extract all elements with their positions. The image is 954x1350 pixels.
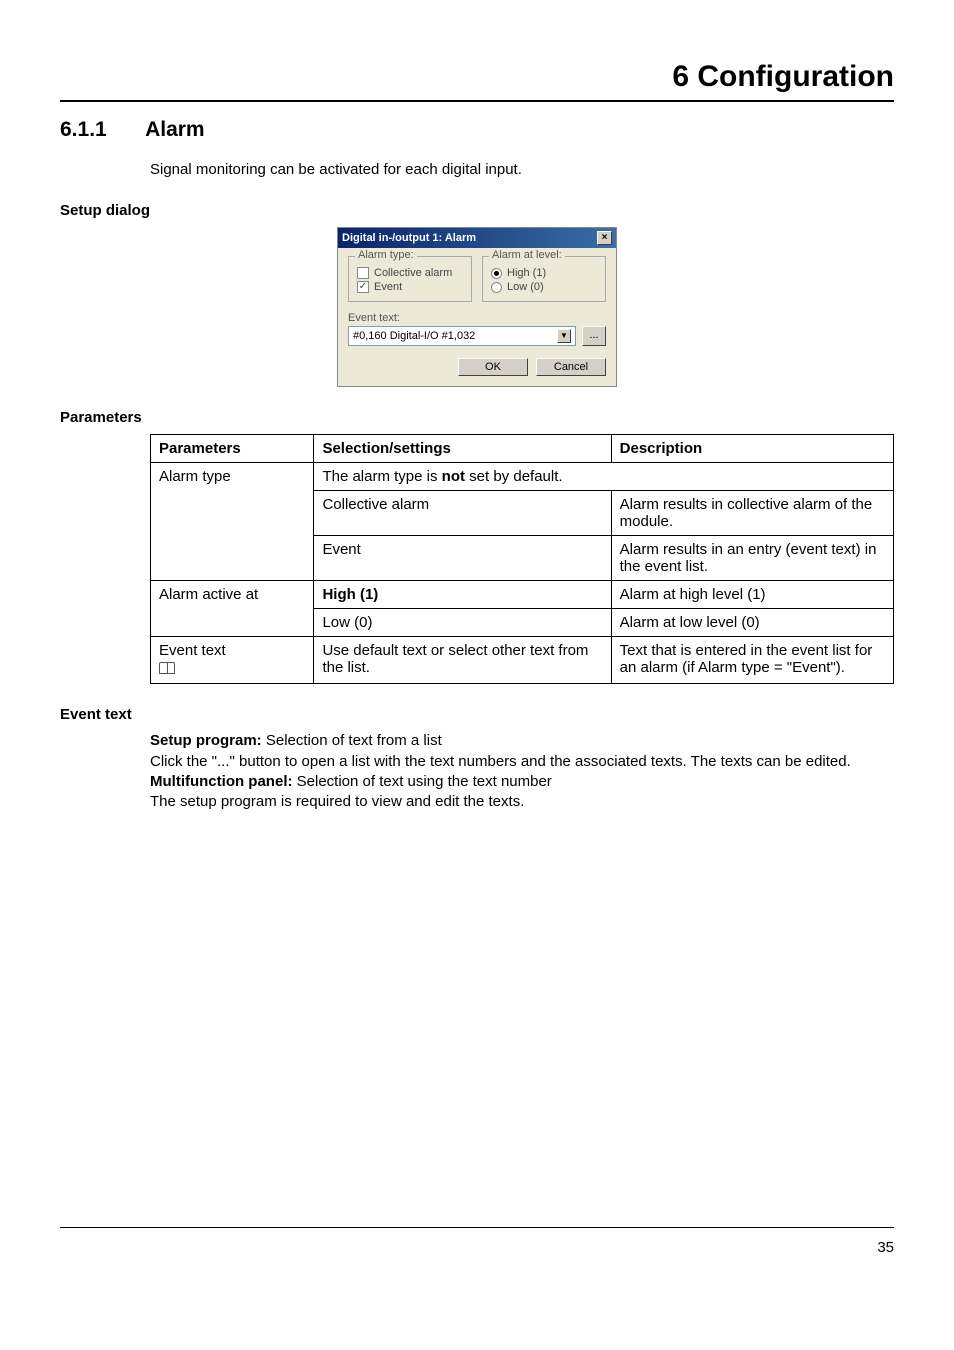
table-row: Alarm active at High (1) Alarm at high l… (151, 581, 894, 609)
high-radio[interactable]: High (1) (491, 267, 597, 279)
table-header-row: Parameters Selection/settings Descriptio… (151, 435, 894, 463)
checkbox-icon (357, 267, 369, 279)
cancel-button[interactable]: Cancel (536, 358, 606, 376)
page-number: 35 (877, 1239, 894, 1256)
alarm-level-group: Alarm at level: High (1) Low (0) (482, 256, 606, 302)
parameters-table: Parameters Selection/settings Descriptio… (150, 434, 894, 684)
table-row: Alarm type The alarm type is not set by … (151, 463, 894, 491)
setup-program-label: Setup program: (150, 732, 262, 749)
checkbox-icon: ✓ (357, 281, 369, 293)
chevron-down-icon: ▼ (557, 329, 571, 343)
multifunction-text: Selection of text using the text number (292, 773, 551, 790)
combo-value: #0,160 Digital-I/O #1,032 (353, 330, 475, 342)
section-heading: 6.1.1 Alarm (60, 118, 894, 142)
setup-dialog-heading: Setup dialog (60, 202, 894, 219)
setup-program-text: Selection of text from a list (262, 732, 442, 749)
event-label: Event (374, 281, 402, 293)
radio-icon (491, 268, 502, 279)
book-icon (159, 662, 175, 674)
multifunction-label: Multifunction panel: (150, 773, 292, 790)
dialog-title-text: Digital in-/output 1: Alarm (342, 232, 476, 244)
text-bold: not (442, 468, 465, 485)
param-alarm-type: Alarm type (151, 463, 314, 581)
text-bold: High (1) (322, 586, 378, 603)
col-parameters: Parameters (151, 435, 314, 463)
event-checkbox[interactable]: ✓ Event (357, 281, 463, 293)
alarm-type-legend: Alarm type: (355, 249, 417, 261)
ok-button[interactable]: OK (458, 358, 528, 376)
radio-icon (491, 282, 502, 293)
collective-alarm-checkbox[interactable]: Collective alarm (357, 267, 463, 279)
event-text-combo[interactable]: #0,160 Digital-I/O #1,032 ▼ (348, 326, 576, 346)
event-text-p2: The setup program is required to view an… (150, 792, 894, 812)
intro-text: Signal monitoring can be activated for e… (150, 160, 894, 180)
col-description: Description (611, 435, 893, 463)
alarm-dialog: Digital in-/output 1: Alarm × Alarm type… (337, 227, 617, 387)
low-label: Low (0) (507, 281, 544, 293)
desc-high: Alarm at high level (1) (611, 581, 893, 609)
section-title: Alarm (145, 118, 205, 141)
close-icon[interactable]: × (597, 231, 612, 245)
text: The alarm type is (322, 468, 441, 485)
event-text-label: Event text: (348, 312, 606, 324)
page-header: 6 Configuration (60, 60, 894, 102)
sel-high: High (1) (314, 581, 611, 609)
sel-event: Event (314, 536, 611, 581)
low-radio[interactable]: Low (0) (491, 281, 597, 293)
desc-event: Alarm results in an entry (event text) i… (611, 536, 893, 581)
dialog-titlebar: Digital in-/output 1: Alarm × (338, 228, 616, 248)
param-alarm-active: Alarm active at (151, 581, 314, 637)
section-number: 6.1.1 (60, 118, 140, 142)
footer-rule (60, 1227, 894, 1228)
sel-event-text: Use default text or select other text fr… (314, 637, 611, 684)
high-label: High (1) (507, 267, 546, 279)
alarm-level-legend: Alarm at level: (489, 249, 565, 261)
col-selection: Selection/settings (314, 435, 611, 463)
param-event-text: Event text (151, 637, 314, 684)
desc-low: Alarm at low level (0) (611, 609, 893, 637)
text: set by default. (465, 468, 563, 485)
collective-alarm-label: Collective alarm (374, 267, 452, 279)
table-row: Event text Use default text or select ot… (151, 637, 894, 684)
sel-collective: Collective alarm (314, 491, 611, 536)
desc-collective: Alarm results in collective alarm of the… (611, 491, 893, 536)
parameters-heading: Parameters (60, 409, 894, 426)
alarm-type-default: The alarm type is not set by default. (314, 463, 894, 491)
sel-low: Low (0) (314, 609, 611, 637)
desc-event-text: Text that is entered in the event list f… (611, 637, 893, 684)
event-text-body: Setup program: Selection of text from a … (150, 731, 894, 812)
text: Event text (159, 642, 226, 659)
alarm-type-group: Alarm type: Collective alarm ✓ Event (348, 256, 472, 302)
browse-button[interactable]: ... (582, 326, 606, 346)
event-text-heading: Event text (60, 706, 894, 723)
event-text-p1: Click the "..." button to open a list wi… (150, 752, 894, 772)
